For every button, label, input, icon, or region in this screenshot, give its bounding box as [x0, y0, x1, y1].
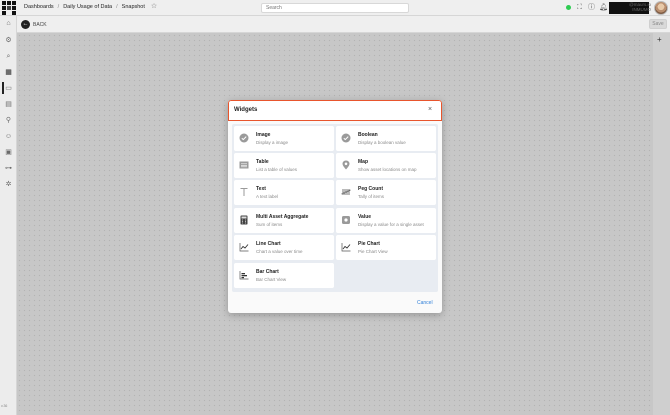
widget-option-image[interactable]: Image Display a image	[234, 126, 334, 151]
avatar[interactable]	[654, 1, 668, 15]
breadcrumb-current: Snapshot	[121, 3, 145, 10]
folder-icon[interactable]: ▭	[4, 84, 13, 93]
widget-description: Pie Chart View	[358, 249, 388, 254]
modal-header: Widgets ×	[228, 100, 442, 121]
app-logo[interactable]	[2, 1, 16, 15]
widget-option-pie-chart[interactable]: Pie Chart Pie Chart View	[336, 235, 436, 260]
boxes-icon[interactable]: ▣	[4, 148, 13, 157]
widget-option-peg-count[interactable]: Peg Count Tally of items	[336, 180, 436, 205]
widget-title: Image	[256, 132, 271, 138]
widget-description: Display a value for a single asset	[358, 222, 424, 227]
breadcrumb-dashboards[interactable]: Dashboards	[24, 4, 54, 10]
help-icon[interactable]: ⓘ	[587, 3, 596, 12]
widget-option-line-chart[interactable]: Line Chart Chart a value over time	[234, 235, 334, 260]
breadcrumb-dashboard-name[interactable]: Daily Usage of Data	[63, 4, 112, 10]
top-bar: Dashboards / Daily Usage of Data / Snaps…	[0, 0, 670, 16]
breadcrumb-separator: /	[116, 3, 118, 10]
settings-icon[interactable]: ✲	[4, 180, 13, 189]
breadcrumb-separator: /	[57, 3, 60, 10]
tree-icon[interactable]: ⊶	[4, 164, 13, 173]
tally-icon	[341, 189, 351, 195]
add-widget-icon[interactable]: +	[657, 36, 662, 44]
table-icon	[239, 161, 249, 169]
widget-title: Bar Chart	[256, 269, 279, 275]
widget-grid: Image Display a image Boolean Display a …	[232, 124, 438, 292]
widget-title: Pie Chart	[358, 241, 380, 247]
widget-option-value[interactable]: Value Display a value for a single asset	[336, 208, 436, 233]
document-icon[interactable]: ▤	[4, 100, 13, 109]
widget-description: Bar Chart View	[256, 277, 287, 282]
widget-description: Tally of items	[358, 194, 385, 199]
widget-description: Display a image	[256, 140, 289, 145]
breadcrumb: Dashboards / Daily Usage of Data / Snaps…	[24, 3, 157, 10]
text-icon	[240, 188, 248, 196]
modal-title: Widgets	[234, 107, 258, 113]
widget-title: Map	[358, 159, 368, 165]
check-circle-icon	[239, 133, 249, 143]
people-icon[interactable]: ☺	[4, 132, 13, 141]
search-input[interactable]	[261, 3, 409, 13]
widget-description: Show asset locations on map	[358, 167, 417, 172]
widget-option-bar-chart[interactable]: Bar Chart Bar Chart View	[234, 263, 334, 288]
widget-option-multi-asset-aggregate[interactable]: Multi Asset Aggregate Sum of items	[234, 208, 334, 233]
fullscreen-icon[interactable]: ⛶	[575, 3, 584, 12]
modal-footer: Cancel	[228, 294, 442, 313]
widget-option-map[interactable]: Map Show asset locations on map	[336, 153, 436, 178]
right-panel	[653, 33, 670, 415]
gear-icon[interactable]: ⚙	[4, 36, 13, 45]
sub-header: ← BACK Save	[17, 16, 670, 33]
close-icon[interactable]: ×	[428, 106, 432, 114]
version-label: v.36	[1, 404, 8, 408]
widget-title: Value	[358, 214, 372, 220]
widget-option-text[interactable]: Text A text label	[234, 180, 334, 205]
pie-chart-icon	[341, 243, 351, 252]
back-label: BACK	[33, 21, 47, 28]
widget-description: List a table of values	[256, 167, 298, 172]
widget-description: A text label	[256, 194, 279, 199]
widget-title: Text	[256, 186, 266, 192]
check-circle-icon	[341, 133, 351, 143]
bar-chart-icon	[239, 271, 249, 280]
widgets-modal: Widgets × Image Display a image Boolean …	[228, 100, 442, 313]
widget-description: Sum of items	[256, 222, 283, 227]
dashboard-icon[interactable]: ▦	[4, 68, 13, 77]
widget-description: Display a boolean value	[358, 140, 406, 145]
notification-bell-icon[interactable]: 🔔︎	[599, 3, 608, 12]
calculator-icon	[240, 215, 248, 225]
arrow-left-icon: ←	[21, 20, 30, 29]
widget-title: Line Chart	[256, 241, 281, 247]
search-icon[interactable]: ⌕	[4, 52, 13, 61]
map-pin-icon	[342, 160, 350, 170]
widget-title: Multi Asset Aggregate	[256, 214, 309, 220]
widget-option-table[interactable]: Table List a table of values	[234, 153, 334, 178]
cancel-button[interactable]: Cancel	[417, 300, 433, 306]
value-icon	[342, 216, 350, 224]
status-indicator-icon	[566, 5, 571, 10]
widget-title: Peg Count	[358, 186, 383, 192]
save-button[interactable]: Save	[649, 19, 667, 29]
widget-option-boolean[interactable]: Boolean Display a boolean value	[336, 126, 436, 151]
home-icon[interactable]: ⌂	[4, 19, 13, 28]
back-button[interactable]: ← BACK	[21, 20, 47, 29]
star-icon[interactable]: ☆	[151, 3, 157, 10]
widget-title: Boolean	[358, 132, 378, 138]
widget-title: Table	[256, 159, 269, 165]
map-icon[interactable]: ⚲	[4, 116, 13, 125]
line-chart-icon	[239, 243, 249, 252]
widget-description: Chart a value over time	[256, 249, 303, 254]
sidebar: ⌂ ⚙ ⌕ ▦ ▭ ▤ ⚲ ☺ ▣ ⊶ ✲ v.36	[0, 16, 17, 415]
user-label[interactable]: @maurs.io INMUMO	[628, 2, 651, 12]
